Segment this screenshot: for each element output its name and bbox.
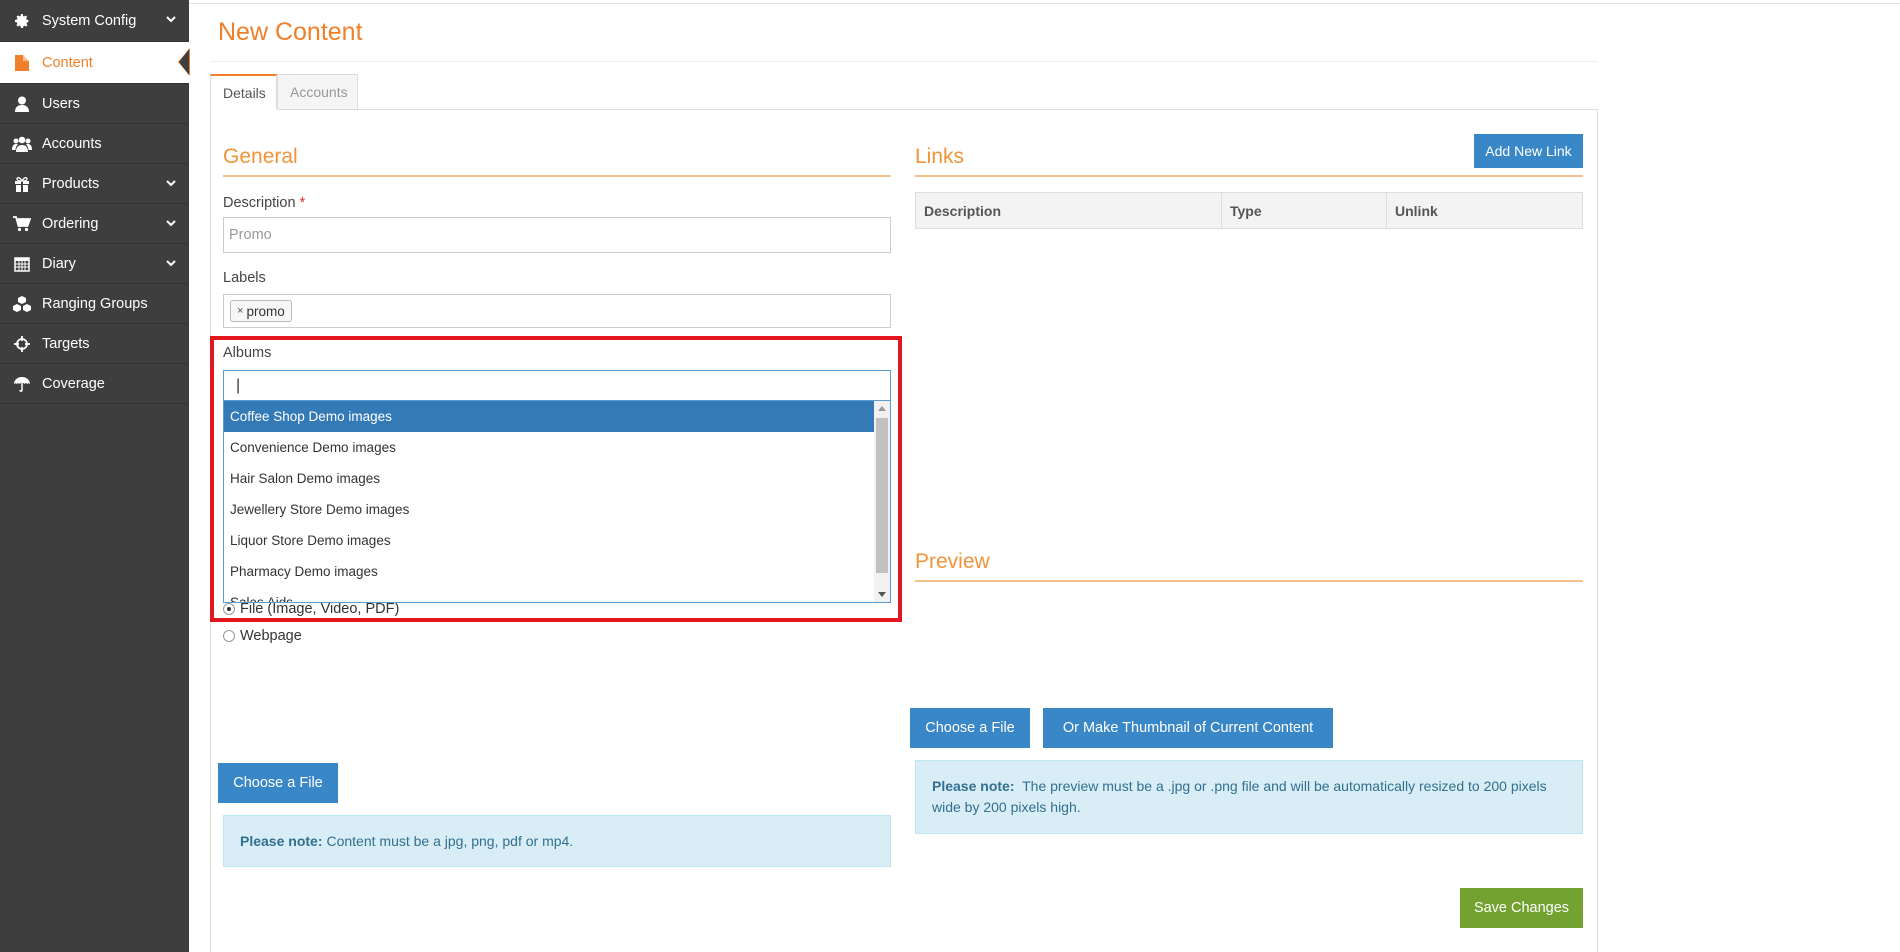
radio-unchecked-icon[interactable] (223, 630, 235, 642)
top-border (189, 0, 1900, 4)
albums-highlight-box (210, 336, 902, 622)
general-section-divider (223, 175, 891, 177)
general-section-title: General (223, 145, 298, 168)
content-note: Please note: Content must be a jpg, png,… (223, 815, 891, 867)
labels-label: Labels (223, 270, 266, 286)
note-text: The preview must be a .jpg or .png file … (932, 778, 1547, 815)
description-placeholder: Promo (229, 227, 272, 243)
description-label: Description * (223, 195, 305, 211)
save-changes-button[interactable]: Save Changes (1460, 888, 1583, 928)
chevron-down-icon (165, 177, 177, 193)
sidebar-item-label: Diary (42, 255, 76, 272)
sidebar-item-diary[interactable]: Diary (0, 244, 189, 284)
make-thumbnail-button[interactable]: Or Make Thumbnail of Current Content (1043, 708, 1333, 748)
tab-accounts[interactable]: Accounts (277, 74, 358, 110)
note-bold: Please note: (240, 832, 323, 849)
sidebar-item-ranging-groups[interactable]: Ranging Groups (0, 284, 189, 324)
description-input[interactable]: Promo (223, 217, 891, 253)
sidebar-item-targets[interactable]: Targets (0, 324, 189, 364)
description-label-text: Description (223, 195, 296, 211)
sidebar-item-label: Ranging Groups (42, 295, 148, 312)
sidebar-item-label: Users (42, 95, 80, 112)
sidebar-item-label: Products (42, 175, 100, 192)
sidebar-item-users[interactable]: Users (0, 84, 189, 124)
note-bold: Please note: (932, 778, 1015, 794)
content-choose-file-button[interactable]: Choose a File (218, 763, 338, 803)
chevron-down-icon (165, 257, 177, 273)
note-text: Content must be a jpg, png, pdf or mp4. (326, 832, 574, 849)
sidebar-item-label: Coverage (42, 375, 105, 392)
file-icon (12, 53, 32, 73)
sidebar-item-label: Accounts (42, 135, 102, 152)
title-divider (210, 61, 1598, 62)
cubes-icon (12, 294, 32, 314)
column-header-description[interactable]: Description (916, 193, 1222, 228)
preview-choose-file-button[interactable]: Choose a File (910, 708, 1030, 748)
column-header-unlink[interactable]: Unlink (1387, 193, 1582, 228)
labels-input[interactable] (223, 294, 891, 328)
cart-icon (12, 214, 32, 234)
calendar-icon (12, 254, 32, 274)
sidebar-item-label: Ordering (42, 215, 99, 232)
crosshairs-icon (12, 334, 32, 354)
tab-details[interactable]: Details (210, 74, 277, 110)
preview-section-title: Preview (915, 550, 990, 573)
sidebar-item-content[interactable]: Content (0, 42, 190, 84)
sidebar-item-coverage[interactable]: Coverage (0, 364, 189, 404)
required-marker: * (299, 195, 306, 211)
preview-note: Please note: The preview must be a .jpg … (915, 760, 1583, 834)
content-type-webpage-option[interactable]: Webpage (223, 628, 302, 644)
page-title: New Content (218, 18, 363, 46)
users-group-icon (12, 134, 32, 154)
chevron-down-icon (165, 217, 177, 233)
preview-section-divider (915, 580, 1583, 582)
gift-icon (12, 174, 32, 194)
tag-remove-icon[interactable]: × (237, 305, 243, 317)
user-icon (12, 94, 32, 114)
sidebar-item-label: System Config (42, 12, 137, 29)
gear-icon (12, 11, 32, 31)
add-new-link-button[interactable]: Add New Link (1474, 134, 1583, 168)
sidebar-item-label: Targets (42, 335, 90, 352)
links-table-header: Description Type Unlink (915, 192, 1583, 229)
umbrella-icon (12, 374, 32, 394)
radio-label: Webpage (240, 628, 302, 644)
sidebar: System Config Content Users Accounts Pro… (0, 0, 190, 952)
sidebar-item-label: Content (42, 54, 93, 71)
sidebar-item-ordering[interactable]: Ordering (0, 204, 189, 244)
sidebar-item-accounts[interactable]: Accounts (0, 124, 189, 164)
chevron-down-icon (165, 13, 177, 29)
links-section-divider (915, 175, 1583, 177)
tag-text: promo (246, 303, 285, 319)
sidebar-item-system-config[interactable]: System Config (0, 0, 189, 42)
sidebar-item-products[interactable]: Products (0, 164, 189, 204)
column-header-type[interactable]: Type (1222, 193, 1387, 228)
preview-note-body: Please note: The preview must be a .jpg … (932, 776, 1566, 818)
links-section-title: Links (915, 145, 965, 168)
label-tag: × promo (230, 300, 292, 322)
